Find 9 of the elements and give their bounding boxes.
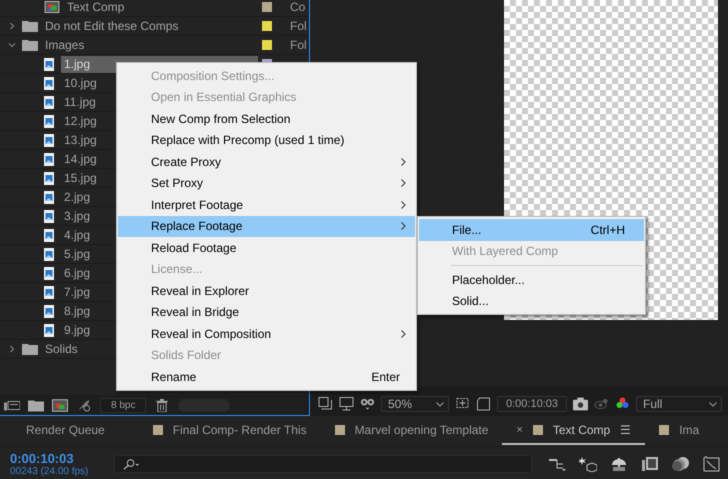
type-text: Co (290, 0, 306, 14)
tab-label: Marvel opening Template (354, 423, 488, 437)
tab-label: Final Comp- Render This (172, 423, 307, 437)
tab-label: Render Queue (26, 423, 105, 437)
tab-label: Text Comp (552, 423, 610, 437)
type-text: Fol (290, 19, 307, 33)
tab-label: Ima (679, 423, 700, 437)
frame-count: 00243 (24.00 fps) (10, 466, 90, 476)
type-text: Fol (290, 38, 307, 52)
